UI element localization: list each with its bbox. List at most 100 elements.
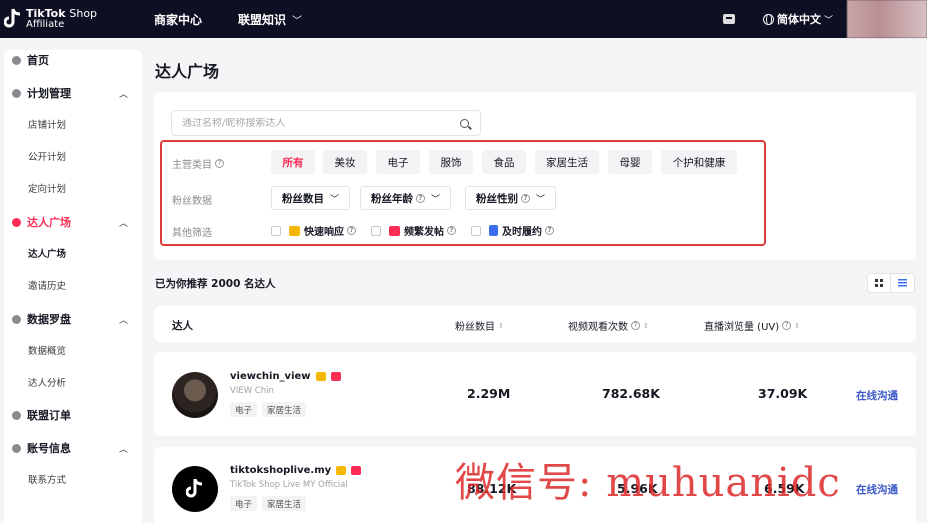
help-icon[interactable]: ? [521,193,530,203]
category-chip-home-living[interactable]: 家居生活 [535,150,599,174]
sidebar-item-creator-marketplace[interactable]: 达人广场 [28,246,66,260]
nav-merchant-center[interactable]: 商家中心 [154,11,202,28]
tiktok-logo-icon [185,478,204,500]
chevron-up-icon: ︿ [118,444,128,455]
chevron-up-icon: ︿ [118,315,128,326]
sidebar-item-data-overview[interactable]: 数据概览 [28,343,66,357]
followers-age-dropdown[interactable]: 粉丝年龄? ﹀ [360,186,452,210]
watermark-text: 微信号: muhuanidc [455,460,841,506]
category-chip-beauty[interactable]: 美妆 [323,150,367,174]
followers-value: 2.29M [467,386,511,401]
help-icon[interactable]: ? [347,226,356,235]
help-icon[interactable]: ? [545,226,554,235]
sidebar-group-plan-management[interactable]: 计划管理 ︿ [12,85,132,101]
nav-affiliate-knowledge[interactable]: 联盟知识 ﹀ [238,11,302,28]
logo-shop-text: Shop [69,7,98,20]
document-icon [489,225,498,236]
help-icon[interactable]: ? [416,193,425,203]
list-view-button[interactable] [891,273,915,293]
checkbox[interactable] [471,225,481,236]
home-icon [12,55,21,65]
sidebar-group-data-compass[interactable]: 数据罗盘 ︿ [12,311,132,327]
chevron-down-icon: ﹀ [431,194,441,205]
creator-nickname: TikTok Shop Live MY Official [230,480,348,490]
search-input[interactable] [182,117,452,129]
creator-name[interactable]: viewchin_view [230,371,341,382]
help-icon[interactable]: ? [631,321,640,330]
plan-icon [12,88,21,98]
compass-icon [12,314,21,324]
sidebar-item-invite-history[interactable]: 邀请历史 [28,278,66,292]
category-chip-all[interactable]: 所有 [271,150,315,174]
chevron-down-icon: ﹀ [330,194,340,205]
globe-icon [762,13,774,25]
list-icon [898,279,907,287]
help-icon[interactable]: ? [215,159,224,168]
grid-view-button[interactable] [867,273,891,293]
column-header-followers[interactable]: 粉丝数目 ⇕ [455,318,504,334]
column-header-live-uv[interactable]: 直播浏览量 (UV)? ⇕ [704,318,800,333]
logo-affiliate-text: Affiliate [26,19,65,30]
filter-fast-response[interactable]: 快速响应? [271,223,356,238]
tiktok-shop-affiliate-logo[interactable]: TikTok Shop Affiliate [0,8,150,30]
filter-timely-fulfillment[interactable]: 及时履约? [471,223,554,238]
video-views-value: 782.68K [602,386,660,401]
sidebar-item-store-plan[interactable]: 店铺计划 [28,117,66,131]
checkbox[interactable] [371,225,381,236]
creator-search[interactable] [171,110,481,136]
creator-avatar[interactable] [172,466,218,512]
video-icon [330,372,341,381]
followers-gender-dropdown[interactable]: 粉丝性别? ﹀ [465,186,557,210]
sidebar-item-creator-analysis[interactable]: 达人分析 [28,375,66,389]
user-avatar[interactable] [847,0,927,38]
sidebar-item-contact[interactable]: 联系方式 [28,472,66,486]
top-bar: TikTok Shop Affiliate 商家中心 联盟知识 ﹀ 简体中文 ﹀ [0,0,927,38]
creator-icon [12,217,21,227]
category-tag: 电子 [230,496,258,511]
account-icon [12,443,21,453]
sort-icon: ⇕ [643,321,649,330]
chevron-down-icon: ﹀ [536,194,546,205]
live-uv-value: 37.09K [758,386,808,401]
checkbox[interactable] [271,225,281,236]
chevron-up-icon: ︿ [118,218,128,229]
category-chip-food[interactable]: 食品 [482,150,526,174]
category-chip-apparel[interactable]: 服饰 [429,150,473,174]
lightning-icon [336,466,347,475]
view-toggle [867,273,915,293]
category-tag: 家居生活 [262,402,307,417]
sort-icon: ⇕ [794,321,801,330]
category-chip-personal-care[interactable]: 个护和健康 [661,150,737,174]
sidebar-item-affiliate-orders[interactable]: 联盟订单 [12,407,132,423]
search-icon[interactable] [460,119,469,128]
fans-filter-label: 粉丝数据 [172,196,212,207]
recommend-count: 已为你推荐 2000 名达人 [155,278,276,290]
creator-name[interactable]: tiktokshoplive.my [230,465,362,476]
sidebar-group-creator-marketplace[interactable]: 达人广场 ︿ [12,214,132,230]
category-tag: 电子 [230,402,258,417]
chat-online-button[interactable]: 在线沟通 [856,388,898,403]
page-title: 达人广场 [155,62,220,81]
sort-icon: ⇕ [498,321,504,330]
message-icon[interactable] [722,14,735,24]
language-selector[interactable]: 简体中文 ﹀ [762,11,833,27]
chevron-down-icon: ﹀ [823,15,833,26]
tiktok-logo-icon [3,8,22,30]
lightning-icon [315,372,326,381]
sidebar-item-home[interactable]: 首页 [12,52,132,68]
column-header-video-views[interactable]: 视频观看次数? ⇕ [568,318,649,333]
followers-count-dropdown[interactable]: 粉丝数目 ﹀ [271,186,351,210]
help-icon[interactable]: ? [447,226,456,235]
help-icon[interactable]: ? [782,321,792,330]
category-tag: 家居生活 [262,496,307,511]
category-chip-mother-baby[interactable]: 母婴 [608,150,652,174]
chat-online-button[interactable]: 在线沟通 [856,482,898,497]
creator-avatar[interactable] [172,372,218,418]
order-icon [12,410,21,420]
filter-frequent-posting[interactable]: 频繁发帖? [371,223,456,238]
sidebar-item-public-plan[interactable]: 公开计划 [28,149,66,163]
category-chip-electronics[interactable]: 电子 [376,150,420,174]
sidebar-item-targeted-plan[interactable]: 定向计划 [28,181,66,195]
sidebar-group-account-info[interactable]: 账号信息 ︿ [12,440,132,456]
creator-nickname: VIEW Chin [230,386,274,396]
